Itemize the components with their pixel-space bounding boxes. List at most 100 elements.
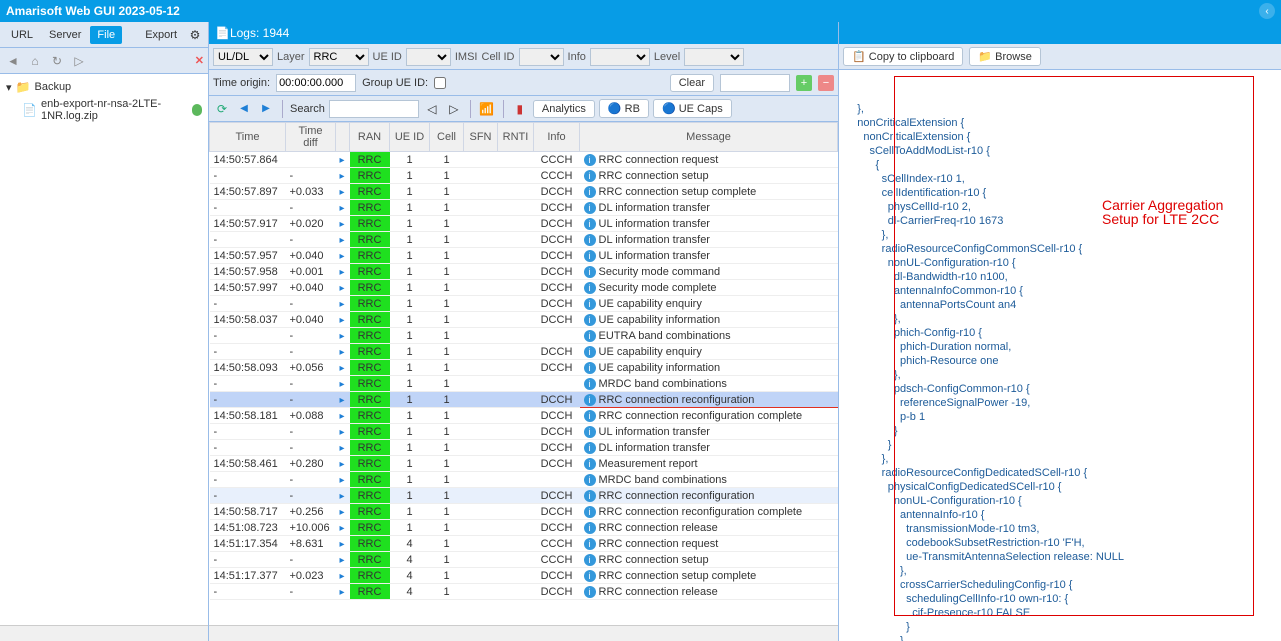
direction-icon: ▸ bbox=[340, 331, 345, 342]
detail-panel: 📋 Copy to clipboard 📁 Browse }, nonCriti… bbox=[839, 22, 1281, 641]
table-row[interactable]: --▸RRC11DCCHiRRC connection reconfigurat… bbox=[210, 488, 838, 504]
search-input[interactable] bbox=[329, 100, 419, 118]
url-button[interactable]: URL bbox=[4, 26, 40, 44]
prev-icon[interactable]: ◀ bbox=[235, 100, 253, 118]
back-icon[interactable]: ◄ bbox=[4, 52, 22, 70]
column-header[interactable]: Info bbox=[534, 123, 580, 152]
column-header[interactable]: SFN bbox=[464, 123, 498, 152]
analytics-button[interactable]: Analytics bbox=[533, 100, 595, 118]
add-filter-icon[interactable]: + bbox=[796, 75, 812, 91]
clear-input[interactable] bbox=[720, 74, 790, 92]
cellid-filter[interactable] bbox=[519, 48, 564, 66]
group-ueid-checkbox[interactable] bbox=[434, 77, 446, 89]
layer-label: Layer bbox=[277, 51, 305, 63]
tree-folder-backup[interactable]: ▾ Backup bbox=[6, 78, 202, 96]
home-icon[interactable]: ⌂ bbox=[26, 52, 44, 70]
remove-filter-icon[interactable]: − bbox=[818, 75, 834, 91]
column-header[interactable]: RAN bbox=[350, 123, 390, 152]
table-row[interactable]: 14:50:57.897+0.033▸RRC11DCCHiRRC connect… bbox=[210, 184, 838, 200]
table-row[interactable]: 14:50:58.461+0.280▸RRC11DCCHiMeasurement… bbox=[210, 456, 838, 472]
play-icon[interactable]: ▷ bbox=[70, 52, 88, 70]
table-row[interactable]: 14:50:57.864▸RRC11CCCHiRRC connection re… bbox=[210, 152, 838, 168]
code-viewer[interactable]: }, nonCriticalExtension { nonCriticalExt… bbox=[839, 70, 1281, 641]
browse-button[interactable]: 📁 Browse bbox=[969, 47, 1040, 66]
mid-scrollbar[interactable] bbox=[209, 625, 838, 641]
layer-filter[interactable]: RRC bbox=[309, 48, 369, 66]
table-row[interactable]: 14:50:58.093+0.056▸RRC11DCCHiUE capabili… bbox=[210, 360, 838, 376]
column-header[interactable]: Cell bbox=[430, 123, 464, 152]
bars-icon[interactable]: ▮ bbox=[511, 100, 529, 118]
table-row[interactable]: --▸RRC11DCCHiDL information transfer bbox=[210, 200, 838, 216]
rb-button[interactable]: 🔵 RB bbox=[599, 99, 649, 118]
uldl-filter[interactable]: UL/DL bbox=[213, 48, 273, 66]
log-table-wrap[interactable]: TimeTime diff RANUE IDCellSFNRNTIInfoMess… bbox=[209, 122, 838, 625]
close-icon[interactable]: ✕ bbox=[195, 54, 204, 67]
doc-icon bbox=[215, 26, 230, 40]
table-row[interactable]: 14:50:58.037+0.040▸RRC11DCCHiUE capabili… bbox=[210, 312, 838, 328]
reload-icon[interactable]: ↻ bbox=[48, 52, 66, 70]
table-row[interactable]: --▸RRC11DCCHiDL information transfer bbox=[210, 232, 838, 248]
table-row[interactable]: 14:50:57.997+0.040▸RRC11DCCHiSecurity mo… bbox=[210, 280, 838, 296]
search-label: Search bbox=[290, 103, 325, 115]
table-row[interactable]: --▸RRC11iMRDC band combinations bbox=[210, 472, 838, 488]
ueid-filter[interactable] bbox=[406, 48, 451, 66]
copy-button[interactable]: 📋 Copy to clipboard bbox=[843, 47, 963, 66]
info-icon: i bbox=[584, 474, 596, 486]
next-icon[interactable]: ▶ bbox=[257, 100, 275, 118]
table-row[interactable]: --▸RRC11DCCHiRRC connection reconfigurat… bbox=[210, 392, 838, 408]
filter-row: UL/DL Layer RRC UE ID IMSI Cell ID Info … bbox=[209, 44, 838, 70]
search-back-icon[interactable]: ◁ bbox=[423, 100, 441, 118]
column-header[interactable]: Time bbox=[210, 123, 286, 152]
info-icon: i bbox=[584, 202, 596, 214]
table-row[interactable]: 14:51:17.377+0.023▸RRC41DCCHiRRC connect… bbox=[210, 568, 838, 584]
column-header[interactable]: UE ID bbox=[390, 123, 430, 152]
table-row[interactable]: 14:50:58.181+0.088▸RRC11DCCHiRRC connect… bbox=[210, 408, 838, 424]
server-button[interactable]: Server bbox=[42, 26, 88, 44]
tree-file-item[interactable]: enb-export-nr-nsa-2LTE-1NR.log.zip bbox=[6, 96, 202, 124]
left-scrollbar[interactable] bbox=[0, 625, 208, 641]
cell-icon[interactable]: 📶 bbox=[478, 100, 496, 118]
table-row[interactable]: --▸RRC11DCCHiDL information transfer bbox=[210, 440, 838, 456]
export-button[interactable]: Export bbox=[138, 26, 184, 44]
info-icon: i bbox=[584, 410, 596, 422]
time-origin-input[interactable] bbox=[276, 74, 356, 92]
table-row[interactable]: --▸RRC11CCCHiRRC connection setup bbox=[210, 168, 838, 184]
table-row[interactable]: --▸RRC11iEUTRA band combinations bbox=[210, 328, 838, 344]
logs-panel: Logs: 1944 UL/DL Layer RRC UE ID IMSI Ce… bbox=[209, 22, 839, 641]
table-row[interactable]: --▸RRC11DCCHiUL information transfer bbox=[210, 424, 838, 440]
collapse-left-panel-icon[interactable]: ‹ bbox=[1259, 3, 1275, 19]
table-row[interactable]: 14:50:57.957+0.040▸RRC11DCCHiUL informat… bbox=[210, 248, 838, 264]
direction-icon: ▸ bbox=[340, 379, 345, 390]
column-header[interactable]: Message bbox=[580, 123, 838, 152]
table-row[interactable]: 14:51:08.723+10.006▸RRC11DCCHiRRC connec… bbox=[210, 520, 838, 536]
table-row[interactable]: --▸RRC11iMRDC band combinations bbox=[210, 376, 838, 392]
table-row[interactable]: --▸RRC41DCCHiRRC connection release bbox=[210, 584, 838, 600]
table-row[interactable]: 14:50:58.717+0.256▸RRC11DCCHiRRC connect… bbox=[210, 504, 838, 520]
gear-icon[interactable]: ⚙ bbox=[186, 26, 204, 44]
direction-icon: ▸ bbox=[340, 315, 345, 326]
ue-caps-button[interactable]: 🔵 UE Caps bbox=[653, 99, 732, 118]
level-filter[interactable] bbox=[684, 48, 744, 66]
table-row[interactable]: 14:50:57.958+0.001▸RRC11DCCHiSecurity mo… bbox=[210, 264, 838, 280]
info-icon: i bbox=[584, 170, 596, 182]
reload-search-icon[interactable]: ⟳ bbox=[213, 100, 231, 118]
table-row[interactable]: --▸RRC41CCCHiRRC connection setup bbox=[210, 552, 838, 568]
column-header[interactable]: Time diff bbox=[286, 123, 336, 152]
column-header[interactable]: RNTI bbox=[498, 123, 534, 152]
log-table: TimeTime diff RANUE IDCellSFNRNTIInfoMess… bbox=[209, 122, 838, 600]
table-row[interactable]: 14:51:17.354+8.631▸RRC41CCCHiRRC connect… bbox=[210, 536, 838, 552]
table-row[interactable]: --▸RRC11DCCHiUE capability enquiry bbox=[210, 296, 838, 312]
info-icon: i bbox=[584, 298, 596, 310]
direction-icon: ▸ bbox=[340, 395, 345, 406]
table-row[interactable]: 14:50:57.917+0.020▸RRC11DCCHiUL informat… bbox=[210, 216, 838, 232]
clear-button[interactable]: Clear bbox=[670, 74, 714, 92]
file-icon bbox=[22, 103, 37, 117]
info-filter[interactable] bbox=[590, 48, 650, 66]
table-row[interactable]: --▸RRC11DCCHiUE capability enquiry bbox=[210, 344, 838, 360]
search-fwd-icon[interactable]: ▷ bbox=[445, 100, 463, 118]
cellid-label: Cell ID bbox=[482, 51, 515, 63]
column-header[interactable] bbox=[336, 123, 350, 152]
logs-title: Logs: 1944 bbox=[230, 26, 289, 40]
info-icon: i bbox=[584, 490, 596, 502]
file-button[interactable]: File bbox=[90, 26, 122, 44]
